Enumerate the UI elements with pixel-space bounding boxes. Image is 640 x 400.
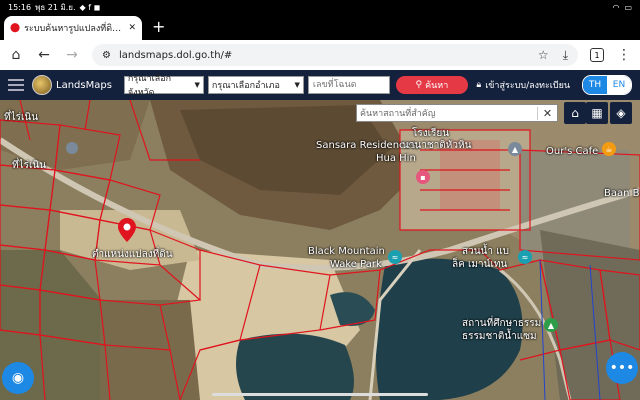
login-link[interactable]: 🔒︎ เข้าสู่ระบบ/ลงทะเบียน xyxy=(476,78,570,92)
forward-icon[interactable]: → xyxy=(64,47,80,63)
lang-th-button[interactable]: TH xyxy=(583,76,607,94)
brand-name: LandsMaps xyxy=(56,79,112,91)
address-bar[interactable]: ⚙ landsmaps.dol.go.th/# ☆ ⤓ xyxy=(92,44,578,66)
map-label-nature-2: ธรรมชาติน้ำแซม xyxy=(462,331,537,342)
map-pin-favicon-icon: ⬤ xyxy=(10,23,21,33)
language-toggle: TH EN xyxy=(582,75,632,95)
map-label-hua-hin: Hua Hin xyxy=(376,153,416,164)
more-options-fab-icon[interactable]: ••• xyxy=(606,352,638,384)
province-select-value: กรุณาเลือกจังหวัด xyxy=(127,74,172,98)
landsmaps-header: LandsMaps กรุณาเลือกจังหวัด ▼ กรุณาเลือก… xyxy=(0,70,640,100)
url-text: landsmaps.dol.go.th/# xyxy=(118,49,233,61)
browser-tab-strip: ⬤ ระบบค้นหารูปแปลงที่ดิน (LandsMaps) ✕ + xyxy=(0,14,640,40)
battery-icon: ▭ xyxy=(624,2,632,12)
status-date: พุธ 21 มิ.ย. xyxy=(35,2,76,12)
tab-title: ระบบค้นหารูปแปลงที่ดิน (LandsMaps) xyxy=(24,24,125,34)
new-tab-icon[interactable]: + xyxy=(152,17,165,36)
home-icon[interactable]: ⌂ xyxy=(8,47,24,63)
tab-count-button[interactable]: 1 xyxy=(590,48,604,62)
map-label-black-mountain: Black Mountain xyxy=(308,246,385,257)
download-icon[interactable]: ⤓ xyxy=(563,48,568,63)
place-search-placeholder: ค้นหาสถานที่สำคัญ xyxy=(360,109,436,119)
poi-marker-icon[interactable] xyxy=(66,142,78,154)
site-info-icon[interactable]: ⚙ xyxy=(102,50,111,61)
location-fab-icon[interactable]: ◉ xyxy=(2,362,34,394)
map-label-baan: Baan B xyxy=(604,188,640,199)
dol-logo xyxy=(32,75,52,95)
park-poi-icon[interactable]: ≈ xyxy=(388,250,402,264)
nature-poi-icon[interactable]: ▲ xyxy=(544,318,558,332)
district-select[interactable]: กรุณาเลือกอำเภอ ▼ xyxy=(207,76,304,94)
browser-toolbar: ⌂ ← → ⚙ landsmaps.dol.go.th/# ☆ ⤓ 1 ⋮ xyxy=(0,40,640,70)
back-icon[interactable]: ← xyxy=(36,47,52,63)
browser-tab[interactable]: ⬤ ระบบค้นหารูปแปลงที่ดิน (LandsMaps) ✕ xyxy=(4,16,142,40)
lock-icon: 🔒︎ xyxy=(476,80,482,90)
map-label-ours-cafe: Our's Cafe xyxy=(546,146,599,157)
map-label-parcel-pin: ตำแหน่งแปลงที่ดิน xyxy=(92,249,173,260)
wifi-icon: ◠ xyxy=(612,2,620,12)
map-label-rai-noen-1: ที่ไร่เนิน xyxy=(4,112,39,123)
province-select[interactable]: กรุณาเลือกจังหวัด ▼ xyxy=(123,74,204,98)
more-menu-icon[interactable]: ⋮ xyxy=(616,47,632,63)
school-poi-icon[interactable]: ▲ xyxy=(508,142,522,156)
gesture-home-bar xyxy=(212,393,428,396)
hamburger-menu-icon[interactable] xyxy=(8,79,24,91)
search-button-label: ค้นหา xyxy=(425,81,449,91)
water-park-poi-icon[interactable]: ≈ xyxy=(518,250,532,264)
map-label-nanachat: นานาชาติหัวหิน xyxy=(402,140,472,151)
status-time: 15:16 xyxy=(8,2,32,12)
map-label-water-park-2: ล็ค เมาน์เทน xyxy=(452,259,508,270)
hotel-poi-icon[interactable]: ▪ xyxy=(416,170,430,184)
clear-icon[interactable]: ✕ xyxy=(537,106,557,120)
place-search-box[interactable]: ค้นหาสถานที่สำคัญ ✕ xyxy=(356,104,558,122)
close-tab-icon[interactable]: ✕ xyxy=(128,23,136,33)
map-label-rai-noen-2: ที่ไร่เนิน xyxy=(12,160,47,171)
district-select-value: กรุณาเลือกอำเภอ xyxy=(211,81,280,91)
chevron-down-icon: ▼ xyxy=(294,81,300,89)
search-icon: ⚲ xyxy=(415,80,423,90)
bookmark-star-icon[interactable]: ☆ xyxy=(538,48,549,63)
search-button[interactable]: ⚲ ค้นหา xyxy=(395,76,468,94)
chevron-down-icon: ▼ xyxy=(194,81,200,89)
login-label: เข้าสู่ระบบ/ลงทะเบียน xyxy=(485,81,570,91)
home-map-icon[interactable]: ⌂ xyxy=(564,102,586,124)
notification-icons: ◆ f ◼ xyxy=(79,2,101,12)
lang-en-button[interactable]: EN xyxy=(607,76,631,94)
location-pin-icon[interactable] xyxy=(118,218,136,242)
grid-table-icon[interactable]: ▦ xyxy=(586,102,608,124)
deed-number-input[interactable] xyxy=(307,76,390,94)
cafe-poi-icon[interactable]: ☕︎ xyxy=(602,142,616,156)
map-label-wake-park: Wake Park xyxy=(330,259,382,270)
system-status-bar: 15:16 พุธ 21 มิ.ย. ◆ f ◼ ◠ ▭ xyxy=(0,0,640,14)
satellite-map[interactable]: ค้นหาสถานที่สำคัญ ✕ ⌂ ▦ ◈ ที่ไร่เนิน ที่… xyxy=(0,100,640,400)
layers-icon[interactable]: ◈ xyxy=(610,102,632,124)
